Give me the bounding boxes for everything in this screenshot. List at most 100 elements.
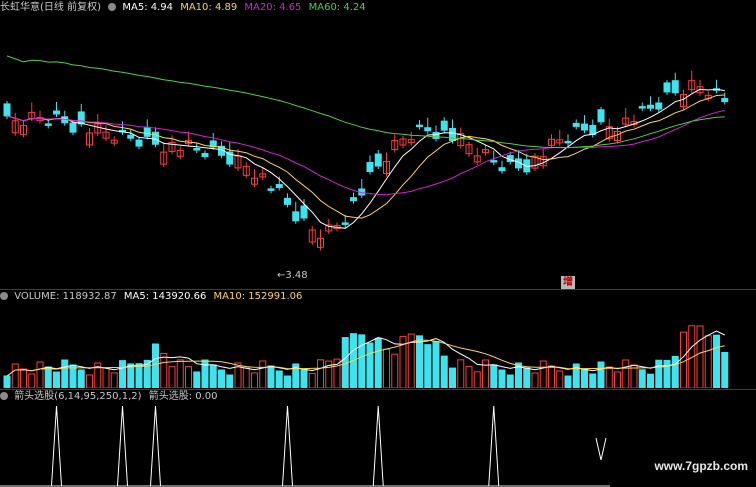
ma10-line [6, 94, 725, 219]
volume-bar [53, 371, 60, 388]
watermark-text: www.7gpzb.com [654, 459, 748, 473]
indicator-chart[interactable] [0, 404, 756, 487]
indicator-value-label: 箭头选股: 0.00 [148, 391, 218, 402]
volume-bar [581, 368, 588, 388]
volume-ma5-line [6, 330, 725, 377]
volume-bar [69, 364, 77, 388]
candle-body [490, 160, 498, 163]
volume-bar [473, 371, 481, 388]
volume-bar [160, 352, 168, 388]
volume-bar [251, 372, 258, 388]
volume-bar [449, 367, 456, 388]
price-panel-header: 长虹华意(日线 前复权) MA5: 4.94 MA10: 4.89 MA20: … [0, 1, 370, 15]
volume-bar [209, 364, 217, 388]
candle-body [350, 197, 357, 202]
volume-bar [721, 351, 729, 388]
candle-body [292, 211, 300, 222]
volume-bar [36, 361, 44, 388]
volume-bar [28, 373, 36, 388]
volume-bar [638, 369, 646, 388]
volume-settings-circle-icon[interactable] [0, 292, 8, 300]
stock-title: 长虹华意(日线 前复权) [0, 2, 101, 13]
volume-bar [680, 331, 687, 388]
volume-bar [671, 355, 679, 388]
candle-body [3, 103, 11, 117]
signal-spike [595, 437, 607, 461]
volume-bar [267, 365, 275, 388]
volume-bar [135, 363, 143, 388]
candle-body [127, 134, 135, 139]
volume-bar [3, 375, 11, 388]
ma10-label: MA10: 4.89 [180, 2, 238, 13]
candle-body [201, 152, 209, 157]
candle-body [572, 122, 580, 127]
volume-chart[interactable] [0, 304, 756, 388]
volume-bar [168, 366, 176, 388]
candle-body [193, 148, 201, 151]
candle-body [655, 102, 663, 110]
candle-body [416, 124, 423, 128]
indicator-formula-label: 箭头选股(6,14,95,250,1,2) [14, 391, 142, 402]
candle-body [597, 109, 605, 123]
volume-bar [119, 360, 126, 388]
volume-ma10-line [6, 339, 725, 377]
volume-bar [539, 360, 547, 388]
volume-bar [77, 369, 85, 388]
volume-bar [704, 335, 712, 388]
volume-bar [366, 342, 374, 388]
volume-bar [663, 359, 671, 388]
low-price-annotation: ←3.48 [277, 270, 308, 281]
candle-body [424, 127, 432, 132]
candle-body [44, 123, 52, 126]
zeng-marker-label: 增 [561, 276, 575, 290]
ma20-label: MA20: 4.65 [244, 2, 302, 13]
candlestick-chart[interactable] [0, 14, 756, 286]
signal-spike [282, 405, 293, 487]
signal-spike [51, 405, 62, 487]
volume-bar [622, 359, 630, 388]
volume-bar [605, 366, 613, 388]
volume-bar [284, 375, 291, 388]
volume-panel-header: VOLUME: 118932.87 MA5: 143920.66 MA10: 1… [0, 290, 306, 304]
volume-bar [317, 359, 324, 388]
ma5-line [6, 88, 725, 229]
candle-body [341, 222, 349, 225]
volume-bar [589, 373, 597, 388]
candle-body [143, 126, 151, 137]
volume-bar [333, 358, 341, 388]
candle-body [77, 111, 85, 125]
volume-bar [655, 359, 663, 388]
volume-bar [176, 359, 184, 388]
settings-circle-icon[interactable] [108, 3, 117, 11]
volume-bar [713, 334, 720, 388]
candle-body [721, 98, 729, 103]
ma5-label: MA5: 4.94 [122, 2, 174, 13]
volume-bar [61, 359, 69, 388]
indicator-settings-circle-icon[interactable] [0, 392, 8, 400]
ma60-label: MA60: 4.24 [308, 2, 366, 13]
candle-body [581, 123, 588, 131]
volume-bar [440, 355, 448, 388]
volume-bar [548, 365, 555, 388]
volume-bar [498, 369, 506, 388]
volume-bar [531, 372, 539, 388]
candle-body [366, 162, 374, 173]
volume-ma10-label: MA10: 152991.06 [213, 291, 303, 302]
volume-bar [102, 367, 110, 388]
volume-bar [300, 368, 308, 388]
indicator-panel-header: 箭头选股(6,14,95,250,1,2) 箭头选股: 0.00 [0, 390, 222, 404]
signal-spike [372, 405, 384, 487]
ma20-line [6, 109, 725, 196]
volume-bar [20, 368, 27, 388]
volume-bar [86, 374, 93, 388]
candle-body [671, 80, 679, 94]
volume-bar [374, 337, 382, 388]
volume-bar [556, 370, 564, 388]
candle-body [647, 104, 654, 109]
candle-body [374, 153, 382, 167]
volume-bar [259, 360, 267, 388]
volume-bar [647, 373, 654, 388]
signal-spike [488, 405, 500, 487]
signal-spike [150, 405, 161, 487]
candle-body [53, 110, 60, 115]
